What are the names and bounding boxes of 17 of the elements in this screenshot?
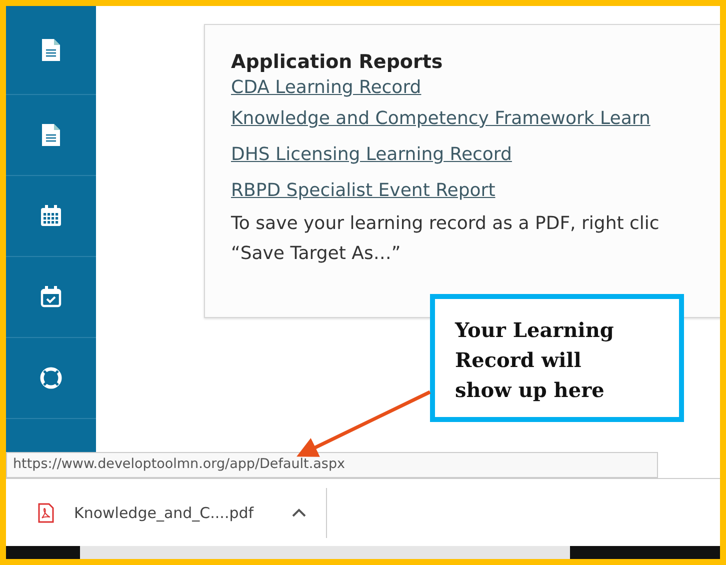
report-link[interactable]: CDA Learning Record (231, 75, 422, 101)
card-title: Application Reports (231, 51, 444, 73)
file-name: Knowledge_and_C....pdf (74, 504, 254, 522)
lifebuoy-icon (40, 367, 62, 389)
document-icon (42, 39, 60, 61)
callout-note: Your Learning Record will show up here (430, 294, 684, 422)
download-item[interactable]: Knowledge_and_C....pdf (6, 488, 327, 538)
document-icon (42, 124, 60, 146)
caret-icon (292, 508, 306, 517)
report-link[interactable]: RBPD Specialist Event Report (231, 173, 496, 209)
calendar-icon (40, 205, 62, 227)
save-instructions: To save your learning record as a PDF, right clic “Save Target As…” (231, 212, 660, 266)
pdf-icon (38, 502, 54, 522)
report-link[interactable]: DHS Licensing Learning Record (231, 137, 512, 173)
calendar-check-icon (40, 286, 62, 308)
report-link[interactable]: Knowledge and Competency Framework Learn (231, 101, 650, 137)
status-url: https://www.developtoolmn.org/app/Default.aspx (6, 452, 658, 478)
